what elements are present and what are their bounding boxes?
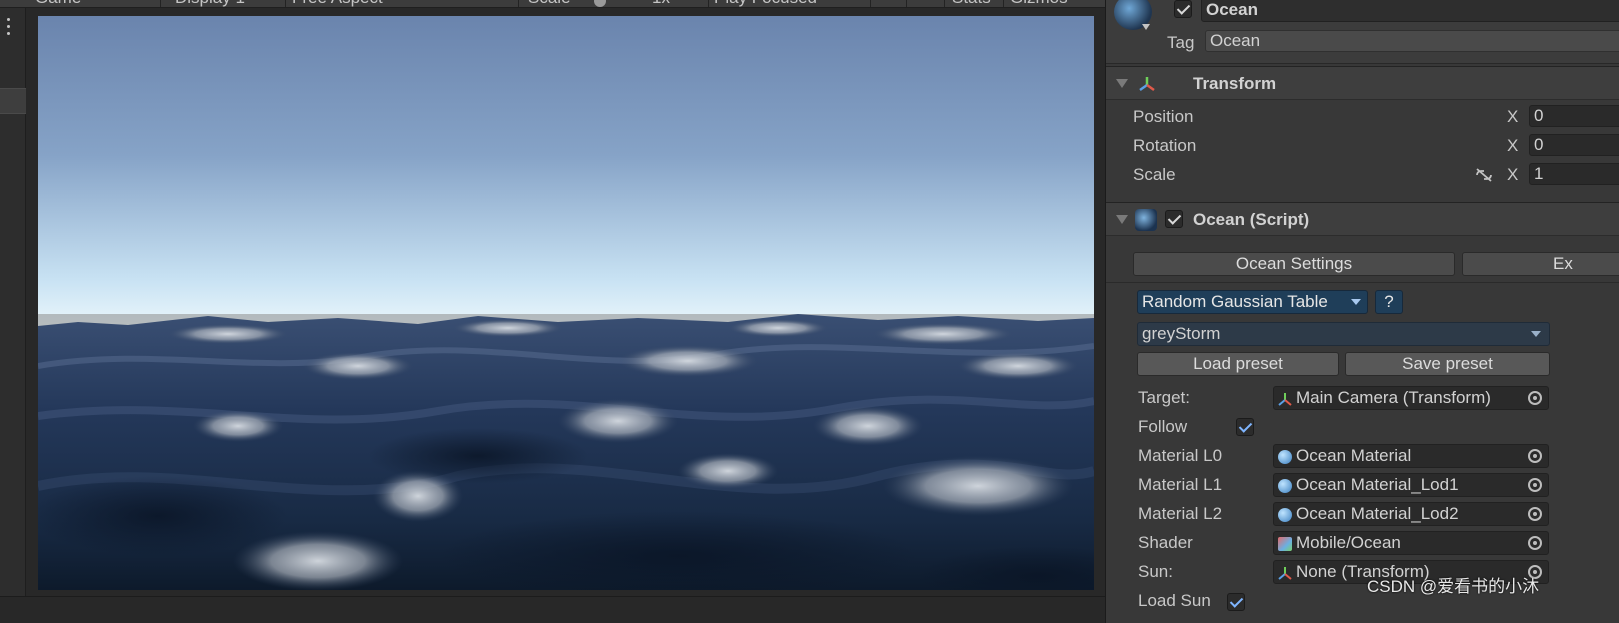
material-icon	[1278, 508, 1292, 522]
game-tab[interactable]: Game	[35, 0, 81, 7]
scale-x-field[interactable]: 1	[1529, 163, 1619, 185]
stats-button[interactable]: Stats	[952, 0, 991, 7]
material-l1-value: Ocean Material_Lod1	[1296, 475, 1459, 494]
ocean-script-body: Ocean Settings Ex Random Gaussian Table …	[1106, 236, 1619, 623]
material-l2-label: Material L2	[1138, 504, 1223, 523]
material-l0-label: Material L0	[1138, 446, 1223, 465]
tab-ex[interactable]: Ex	[1462, 252, 1619, 276]
load-sun-checkbox[interactable]	[1227, 593, 1245, 611]
script-icon	[1135, 209, 1157, 231]
material-l2-value: Ocean Material_Lod2	[1296, 504, 1459, 523]
rotation-x-field[interactable]: 0	[1529, 134, 1619, 156]
rotation-label: Rotation	[1133, 136, 1197, 155]
preset-dropdown[interactable]: greyStorm	[1137, 322, 1550, 346]
target-value: Main Camera (Transform)	[1296, 388, 1491, 407]
chevron-down-icon	[1531, 331, 1541, 337]
load-preset-button[interactable]: Load preset	[1137, 352, 1339, 376]
icon-dropdown-icon[interactable]	[1142, 24, 1150, 30]
inspector-panel: Ocean Tag Ocean Transform Position X 0 R…	[1105, 0, 1619, 623]
table-type-dropdown[interactable]: Random Gaussian Table	[1137, 290, 1368, 314]
scale-value: 1x	[652, 0, 670, 7]
scale-label: Scale	[528, 0, 571, 7]
transform-title: Transform	[1193, 74, 1277, 93]
frame-debugger-icon[interactable]	[915, 0, 933, 7]
object-picker-icon[interactable]	[1528, 536, 1542, 550]
preset-value: greyStorm	[1142, 324, 1221, 343]
script-enabled-checkbox[interactable]	[1165, 210, 1183, 228]
foldout-arrow-icon[interactable]	[1116, 79, 1128, 88]
target-field[interactable]: Main Camera (Transform)	[1273, 386, 1549, 410]
material-icon	[1278, 479, 1292, 493]
position-x-field[interactable]: 0	[1529, 105, 1619, 127]
table-type-value: Random Gaussian Table	[1142, 292, 1328, 311]
game-view-panel: Game Display 1 Free Aspect Scale 1x Play…	[0, 0, 1140, 623]
ocean-script-header[interactable]: Ocean (Script)	[1106, 202, 1619, 236]
material-l0-field[interactable]: Ocean Material	[1273, 444, 1549, 468]
transform-body: Position X 0 Rotation X 0 Scale X 1	[1106, 102, 1619, 202]
object-name-field[interactable]: Ocean	[1201, 0, 1619, 22]
foldout-arrow-icon[interactable]	[1116, 215, 1128, 224]
tag-label: Tag	[1167, 33, 1195, 52]
material-l2-field[interactable]: Ocean Material_Lod2	[1273, 502, 1549, 526]
shader-icon	[1278, 537, 1292, 551]
help-button[interactable]: ?	[1375, 290, 1403, 314]
material-l1-label: Material L1	[1138, 475, 1223, 494]
chevron-down-icon	[1351, 299, 1361, 305]
game-toolbar: Game Display 1 Free Aspect Scale 1x Play…	[0, 0, 1140, 8]
object-header: Ocean Tag Ocean	[1106, 0, 1619, 64]
scale-x-label: X	[1507, 165, 1519, 184]
ocean-scene-render	[38, 16, 1094, 590]
material-l0-value: Ocean Material	[1296, 446, 1412, 465]
sun-label: Sun:	[1138, 562, 1173, 581]
left-tool-strip	[0, 8, 26, 623]
game-viewport[interactable]	[38, 16, 1094, 590]
tab-ocean-settings[interactable]: Ocean Settings	[1133, 252, 1455, 276]
object-picker-icon[interactable]	[1528, 449, 1542, 463]
object-picker-icon[interactable]	[1528, 478, 1542, 492]
shader-value: Mobile/Ocean	[1296, 533, 1401, 552]
target-label: Target:	[1138, 388, 1190, 407]
play-mode-dropdown[interactable]: Play Focused	[714, 0, 817, 7]
game-status-bar	[0, 596, 1140, 623]
shader-field[interactable]: Mobile/Ocean	[1273, 531, 1549, 555]
position-label: Position	[1133, 107, 1194, 126]
follow-checkbox[interactable]	[1236, 418, 1254, 436]
transform-icon	[1278, 393, 1292, 406]
transform-header[interactable]: Transform	[1106, 66, 1619, 100]
script-title: Ocean (Script)	[1193, 210, 1310, 229]
shader-label: Shader	[1138, 533, 1193, 552]
object-active-checkbox[interactable]	[1174, 0, 1192, 18]
gizmos-button[interactable]: Gizmos	[1010, 0, 1068, 7]
position-x-label: X	[1507, 107, 1519, 126]
transform-icon	[1139, 77, 1155, 92]
scale-slider-handle[interactable]	[594, 0, 606, 7]
follow-label: Follow	[1138, 417, 1188, 436]
load-sun-label: Load Sun	[1138, 591, 1211, 610]
constrain-proportions-link-icon[interactable]	[1474, 166, 1494, 184]
transform-icon	[1278, 567, 1292, 580]
tag-dropdown[interactable]: Ocean	[1205, 30, 1619, 52]
material-l1-field[interactable]: Ocean Material_Lod1	[1273, 473, 1549, 497]
watermark: CSDN @爱看书的小沐	[1367, 577, 1540, 596]
display-dropdown[interactable]: Display 1	[175, 0, 245, 7]
scale-label: Scale	[1133, 165, 1176, 184]
rotation-x-label: X	[1507, 136, 1519, 155]
save-preset-button[interactable]: Save preset	[1345, 352, 1550, 376]
aspect-dropdown[interactable]: Free Aspect	[292, 0, 383, 7]
more-options-icon[interactable]	[5, 18, 13, 40]
selected-tool-slot[interactable]	[0, 88, 26, 114]
material-icon	[1278, 450, 1292, 464]
object-picker-icon[interactable]	[1528, 391, 1542, 405]
object-picker-icon[interactable]	[1528, 507, 1542, 521]
